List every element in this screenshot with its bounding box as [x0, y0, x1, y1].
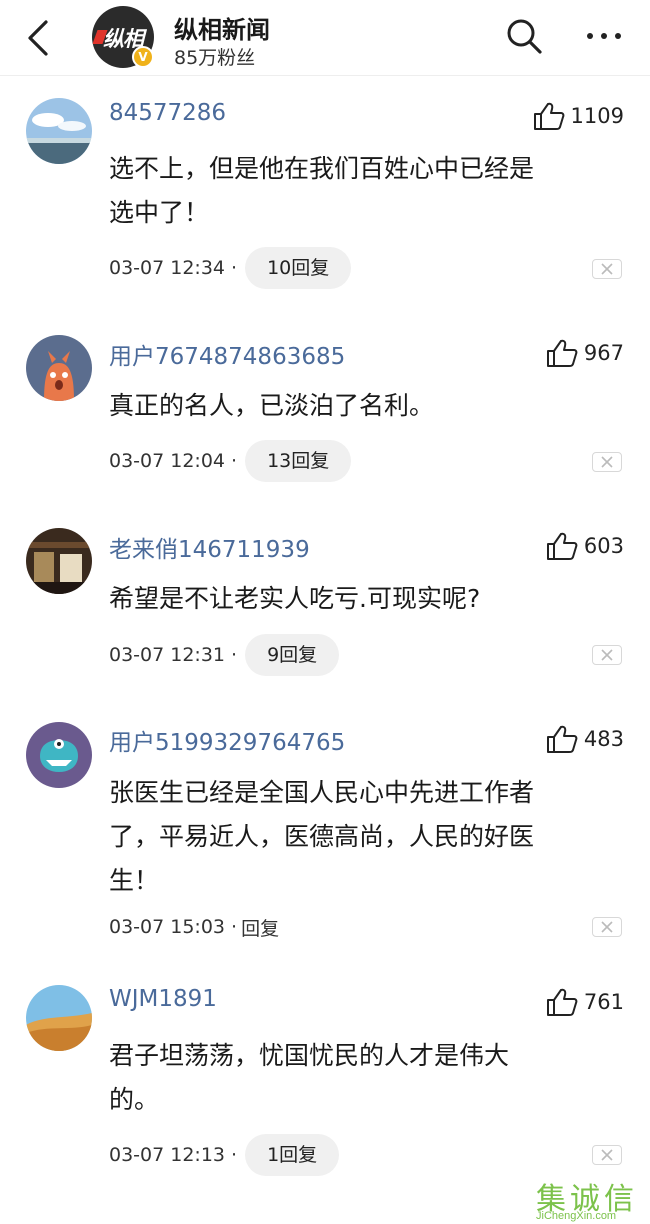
dismiss-button[interactable] — [592, 259, 622, 279]
comment-line: 选不上，但是他在我们百姓心中已经是 — [109, 154, 535, 183]
comment-text: 希望是不让老实人吃亏.可现实呢? — [109, 577, 609, 621]
watermark-url: JiChengXin.com — [536, 1210, 617, 1222]
thumbs-up-icon — [546, 339, 578, 367]
like-button[interactable]: 1109 — [533, 101, 624, 131]
comment-meta: 03-07 12:34 · 10回复 — [109, 247, 352, 289]
thumbs-up-icon — [546, 988, 578, 1016]
comment-meta: 03-07 15:03 · 回复 — [109, 906, 279, 948]
comment-line: 张医生已经是全国人民心中先进工作者 — [109, 778, 535, 807]
user-avatar[interactable] — [26, 528, 92, 594]
like-button[interactable]: 967 — [546, 338, 624, 368]
close-icon — [601, 263, 613, 275]
user-avatar[interactable] — [26, 985, 92, 1051]
comment-text: 真正的名人，已淡泊了名利。 — [109, 384, 609, 428]
comment-meta: 03-07 12:04 · 13回复 — [109, 440, 352, 482]
reply-button[interactable]: 1回复 — [245, 1134, 340, 1176]
thumbs-up-icon — [533, 102, 564, 130]
dismiss-button[interactable] — [592, 452, 622, 472]
reply-button[interactable]: 10回复 — [245, 247, 352, 289]
search-icon[interactable] — [504, 16, 544, 56]
like-count: 967 — [583, 341, 624, 365]
like-count: 761 — [583, 990, 624, 1014]
comment-time: 03-07 15:03 · — [109, 916, 238, 938]
like-count: 603 — [583, 534, 624, 558]
comment-text: 君子坦荡荡，忧国忧民的人才是伟大 的。 — [109, 1034, 609, 1122]
comment-time: 03-07 12:31 · — [109, 644, 238, 666]
comment-line: 选中了！ — [109, 198, 210, 227]
comment-username[interactable]: 用户5199329764765 — [109, 723, 345, 757]
verified-badge-icon: V — [132, 46, 154, 68]
dismiss-button[interactable] — [592, 645, 622, 665]
dismiss-button[interactable] — [592, 1145, 622, 1165]
user-avatar[interactable] — [26, 335, 92, 401]
like-count: 1109 — [570, 104, 624, 128]
watermark-logo: 集诚信 JiChengXin.com — [536, 1172, 650, 1224]
comment-line: 生！ — [109, 866, 160, 895]
user-avatar[interactable] — [26, 722, 92, 788]
comment-meta: 03-07 12:13 · 1回复 — [109, 1134, 340, 1176]
comment-username[interactable]: 84577286 — [109, 100, 226, 126]
comment-line: 希望是不让老实人吃亏.可现实呢? — [109, 584, 481, 613]
reply-button[interactable]: 9回复 — [245, 634, 340, 676]
comment-username[interactable]: WJM1891 — [109, 986, 217, 1012]
follower-count: 85万粉丝 — [174, 47, 256, 69]
close-icon — [601, 456, 613, 468]
close-icon — [601, 649, 613, 661]
comment-line: 君子坦荡荡，忧国忧民的人才是伟大 — [109, 1041, 510, 1070]
comment-time: 03-07 12:34 · — [109, 257, 238, 279]
user-avatar[interactable] — [26, 98, 92, 164]
account-name[interactable]: 纵相新闻 — [174, 10, 270, 45]
more-options-icon[interactable] — [582, 20, 626, 50]
comment-time: 03-07 12:13 · — [109, 1144, 238, 1166]
comment-username[interactable]: 用户7674874863685 — [109, 337, 345, 371]
comment-line: 真正的名人，已淡泊了名利。 — [109, 391, 435, 420]
comment-time: 03-07 12:04 · — [109, 450, 238, 472]
like-button[interactable]: 761 — [546, 987, 624, 1017]
dismiss-button[interactable] — [592, 917, 622, 937]
comment-username[interactable]: 老来俏146711939 — [109, 530, 310, 564]
comment-text: 张医生已经是全国人民心中先进工作者 了，平易近人，医德高尚，人民的好医 生！ — [109, 771, 609, 903]
reply-button[interactable]: 回复 — [241, 914, 279, 941]
top-bar: 纵相 V 纵相新闻 85万粉丝 — [0, 0, 650, 76]
comment-text: 选不上，但是他在我们百姓心中已经是 选中了！ — [109, 147, 609, 235]
close-icon — [601, 921, 613, 933]
comment-meta: 03-07 12:31 · 9回复 — [109, 634, 340, 676]
like-button[interactable]: 483 — [546, 724, 624, 754]
close-icon — [601, 1149, 613, 1161]
back-arrow-icon[interactable] — [22, 18, 58, 58]
comment-line: 了，平易近人，医德高尚，人民的好医 — [109, 822, 535, 851]
like-count: 483 — [583, 727, 624, 751]
thumbs-up-icon — [546, 725, 578, 753]
like-button[interactable]: 603 — [546, 531, 624, 561]
thumbs-up-icon — [546, 532, 578, 560]
comment-line: 的。 — [109, 1085, 160, 1114]
reply-button[interactable]: 13回复 — [245, 440, 352, 482]
